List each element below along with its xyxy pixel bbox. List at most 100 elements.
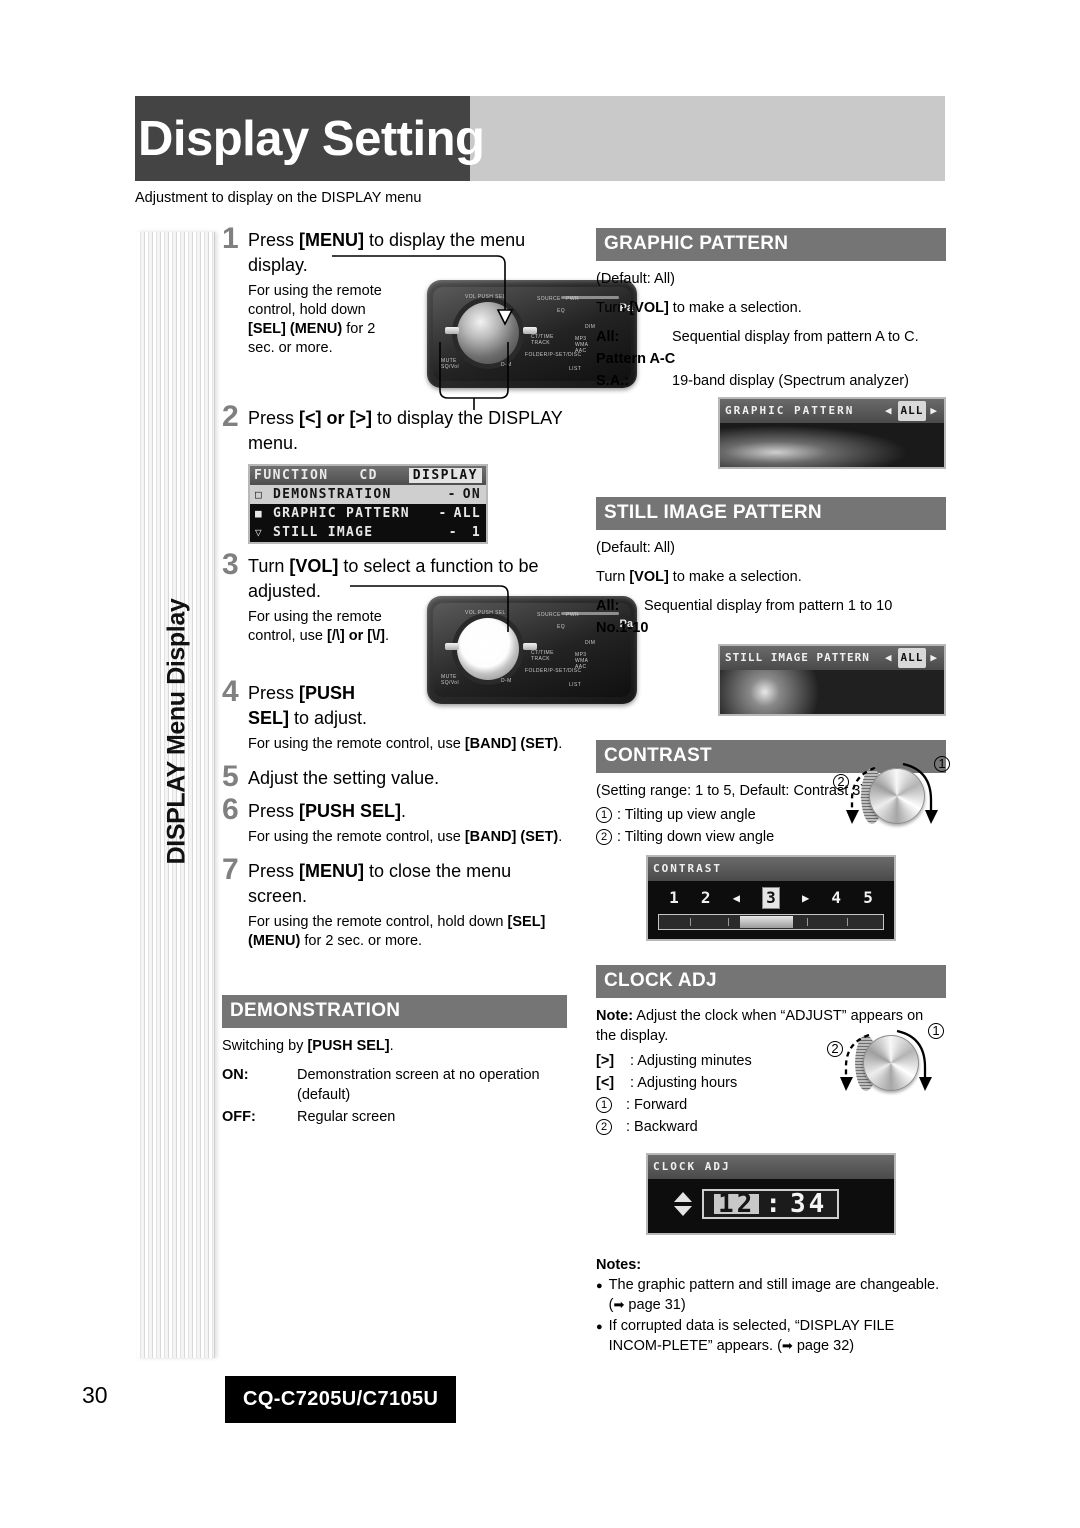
contrast-lcd-title: CONTRAST xyxy=(653,862,722,875)
step-6-note: For using the remote control, use [BAND]… xyxy=(248,828,567,847)
contrast-value-opt-2: 2 xyxy=(700,888,711,907)
step-4: 4 Press [PUSH SEL] to adjust. For using … xyxy=(222,677,567,754)
demonstration-body: Switching by [PUSH SEL]. ON: Demonstrati… xyxy=(222,1036,567,1127)
arrow-right-icon: ➡ xyxy=(781,1338,793,1353)
clock-knob-illustration: 1 2 xyxy=(825,1023,944,1103)
still-image-body: (Default: All) Turn [VOL] to make a sele… xyxy=(596,538,946,716)
graphic-pattern-turn: Turn [VOL] to make a selection. xyxy=(596,298,946,318)
sip-key-all: All: xyxy=(596,598,620,614)
contrast-lcd: CONTRAST 1 2 ◀ 3 ▶ 4 5 xyxy=(646,855,896,941)
step-2-key: [<] or [>] xyxy=(299,408,373,428)
page-subtitle: Adjustment to display on the DISPLAY men… xyxy=(135,190,422,206)
gp-item-all: All: Sequential display from pattern A t… xyxy=(596,327,946,347)
demo-key-off: OFF: xyxy=(222,1109,256,1125)
step-6-title-c: . xyxy=(401,801,407,821)
lcd-selector: ◀ ALL ▶ xyxy=(885,401,939,421)
sip-turn-a: Turn xyxy=(596,569,630,585)
step-number: 1 xyxy=(222,222,239,255)
lcd-row-sep: - xyxy=(448,525,458,540)
step-number: 2 xyxy=(222,400,239,433)
lcd-row-name: DEMONSTRATION xyxy=(273,487,392,502)
clock-note-label: Note: xyxy=(596,1008,634,1024)
step-6-title: Press [PUSH SEL]. xyxy=(248,799,567,824)
step-6-key: [PUSH SEL] xyxy=(299,801,402,821)
lcd-selector: ◀ ALL ▶ xyxy=(885,648,939,668)
demo-value-on: Demonstration screen at no operation (de… xyxy=(297,1067,540,1103)
step-7-note-a: For using the remote control, hold down xyxy=(248,914,508,930)
graphic-pattern-default: (Default: All) xyxy=(596,271,675,287)
step-6-note-key: [BAND] (SET) xyxy=(464,829,559,845)
gp-turn-c: to make a selection. xyxy=(668,300,802,316)
note-2-text: If corrupted data is selected, “DISPLAY … xyxy=(609,1317,946,1356)
sip-value-all: Sequential display from pattern 1 to 10 xyxy=(644,598,893,614)
right-column: GRAPHIC PATTERN (Default: All) Turn [VOL… xyxy=(596,228,950,1358)
gp-turn-a: Turn xyxy=(596,300,630,316)
demonstration-item-off: OFF: Regular screen xyxy=(222,1107,567,1127)
graphic-pattern-lcd-header: GRAPHIC PATTERN ◀ ALL ▶ xyxy=(720,399,944,423)
still-image-lcd-title: STILL IMAGE PATTERN xyxy=(725,651,870,664)
lcd-row-mark: □ xyxy=(255,488,263,501)
gp-item-pattern: Pattern A-C xyxy=(596,349,946,369)
section-notes: Notes: ● The graphic pattern and still i… xyxy=(596,1257,946,1356)
lcd-row-sep: - xyxy=(447,487,457,502)
step-5-title: Adjust the setting value. xyxy=(248,768,440,788)
contrast-lcd-header: CONTRAST xyxy=(648,857,894,881)
gp-item-sa: S.A.: 19-band display (Spectrum analyzer… xyxy=(596,371,946,391)
lcd-row-graphic-pattern: ■ GRAPHIC PATTERN - ALL xyxy=(250,504,486,523)
sip-key-no: No.1-10 xyxy=(596,620,649,636)
step-7-title-a: Press xyxy=(248,861,300,881)
section-contrast: CONTRAST (Setting range: 1 to 5, Default… xyxy=(596,740,950,941)
clock-adj-lcd: CLOCK ADJ 12 : 34 xyxy=(646,1153,896,1235)
contrast-selected-value: 3 xyxy=(762,887,780,909)
step-1-title-a: Press xyxy=(248,230,300,250)
section-demonstration: DEMONSTRATION Switching by [PUSH SEL]. O… xyxy=(222,995,567,1127)
bullet-icon: ● xyxy=(596,1321,603,1333)
lcd-row-value: ALL xyxy=(453,506,481,521)
lcd-tab-row: FUNCTION CD DISPLAY xyxy=(250,466,486,485)
bullet-icon: ● xyxy=(596,1280,603,1292)
still-image-lcd-header: STILL IMAGE PATTERN ◀ ALL ▶ xyxy=(720,646,944,670)
lcd-tab-display: DISPLAY xyxy=(408,468,482,483)
page-title: Display Setting xyxy=(138,112,485,166)
still-image-lcd: STILL IMAGE PATTERN ◀ ALL ▶ xyxy=(718,644,946,716)
step-6-note-a: For using the remote control, use xyxy=(248,829,465,845)
note-item-2: ● If corrupted data is selected, “DISPLA… xyxy=(596,1317,946,1356)
menu-lcd-screen: FUNCTION CD DISPLAY □ DEMONSTRATION - ON… xyxy=(248,464,488,544)
gp-value-all: Sequential display from pattern A to C. xyxy=(672,329,919,345)
section-heading-still-image-pattern: STILL IMAGE PATTERN xyxy=(596,497,946,530)
graphic-pattern-lcd: GRAPHIC PATTERN ◀ ALL ▶ xyxy=(718,397,946,469)
graphic-pattern-lcd-title: GRAPHIC PATTERN xyxy=(725,404,855,417)
callout-step-1 xyxy=(332,250,632,410)
step-number: 5 xyxy=(222,760,239,793)
step-1-key: [MENU] xyxy=(299,230,365,250)
step-number: 4 xyxy=(222,675,239,708)
clock-value-backward: : Backward xyxy=(626,1119,698,1135)
left-arrow-icon: ◀ xyxy=(884,651,894,664)
tag-dim: DIM xyxy=(585,640,596,646)
graphic-pattern-artwork xyxy=(720,418,944,467)
section-clock-adj: CLOCK ADJ Note: Adjust the clock when “A… xyxy=(596,965,946,1235)
right-arrow-icon: ▶ xyxy=(930,651,939,664)
down-arrow-icon xyxy=(674,1206,692,1216)
tag-cttrack: CT/TIME TRACK xyxy=(531,650,554,662)
right-arrow-icon: ▶ xyxy=(802,891,810,905)
step-2-title-a: Press xyxy=(248,408,300,428)
circled-number-2: 2 xyxy=(596,1119,612,1135)
demonstration-intro: Switching by [PUSH SEL]. xyxy=(222,1036,567,1056)
circled-number-1: 1 xyxy=(596,807,612,823)
sip-turn: Turn [VOL] to make a selection. xyxy=(596,567,946,587)
up-arrow-icon xyxy=(674,1192,692,1202)
step-3-title-a: Turn xyxy=(248,556,290,576)
step-7-title: Press [MENU] to close the menu screen. xyxy=(248,859,567,909)
section-still-image-pattern: STILL IMAGE PATTERN (Default: All) Turn … xyxy=(596,497,946,716)
tag-source: SOURCE PWR xyxy=(537,612,580,618)
step-number: 7 xyxy=(222,853,239,886)
sip-default: (Default: All) xyxy=(596,540,675,556)
step-4-title-c: to adjust. xyxy=(289,708,368,728)
section-heading-graphic-pattern: GRAPHIC PATTERN xyxy=(596,228,946,261)
clock-lcd-face: 12 : 34 xyxy=(648,1179,894,1233)
demo-intro-key: [PUSH SEL] xyxy=(307,1038,390,1054)
contrast-body: (Setting range: 1 to 5, Default: Contras… xyxy=(596,756,950,941)
contrast-lcd-values: 1 2 ◀ 3 ▶ 4 5 xyxy=(648,881,894,912)
clock-key-left: [<] xyxy=(596,1075,615,1091)
